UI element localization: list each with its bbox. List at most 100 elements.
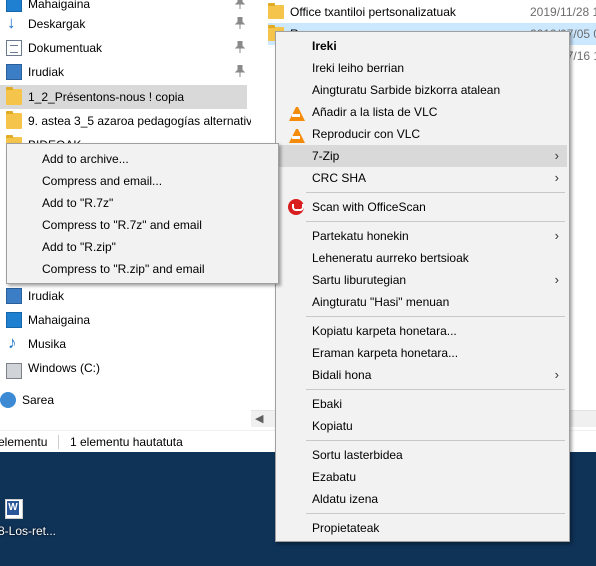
nav-item-network[interactable]: Sarea [0,388,245,412]
menu-item-label: 7-Zip [312,149,340,163]
menu-item-vlc-play[interactable]: Reproducir con VLC [278,123,567,145]
nav-item-folder-astea[interactable]: 9. astea 3_5 azaroa pedagogías alternati… [0,109,251,133]
menu-separator [306,513,565,514]
menu-item-copy[interactable]: Kopiatu [278,415,567,437]
menu-item-properties[interactable]: Propietateak [278,517,567,539]
submenu-item-add-to-archive[interactable]: Add to archive... [9,147,276,169]
menu-item-label: Ireki leiho berrian [312,61,405,75]
file-row[interactable]: Office txantiloi pertsonalizatuak 2019/1… [268,1,596,23]
menu-separator [306,389,565,390]
desktop-icon [6,312,22,328]
menu-item-share-with[interactable]: Partekatu honekin › [278,225,567,247]
pictures-icon [6,64,22,80]
nav-item-label: Deskargak [28,17,86,31]
nav-item-label: Irudiak [28,289,65,303]
selected-count: 1 elementu hautatuta [70,435,183,449]
menu-item-7zip[interactable]: 7-Zip › [278,145,567,167]
pin-icon[interactable] [234,40,246,53]
word-document-icon [5,499,23,519]
vlc-icon [289,127,305,143]
chevron-right-icon: › [554,228,559,243]
nav-item-music[interactable]: Musika [0,332,251,356]
submenu-item-compress-zip-email[interactable]: Compress to "R.zip" and email [9,257,276,279]
menu-item-label: Aingturatu "Hasi" menuan [312,295,450,309]
file-date: 2019/11/28 1 [530,5,596,19]
desktop-file-icon[interactable]: 8-Los-ret... [0,499,64,538]
menu-item-pin-start[interactable]: Aingturatu "Hasi" menuan [278,291,567,313]
folder-icon [268,3,284,19]
menu-separator [306,192,565,193]
item-count: elementu [0,435,48,449]
submenu-item-label: Compress to "R.zip" and email [42,262,205,276]
menu-item-label: Kopiatu karpeta honetara... [312,324,457,338]
menu-item-label: Ebaki [312,397,343,411]
7zip-submenu: Add to archive... Compress and email... … [6,143,279,284]
desktop-icon [6,0,22,12]
menu-item-pin-quick-access[interactable]: Aingturatu Sarbide bizkorra atalean [278,79,567,101]
nav-item-pictures-pinned[interactable]: Irudiak [0,60,251,84]
chevron-right-icon: › [554,148,559,163]
menu-item-include-library[interactable]: Sartu liburutegian › [278,269,567,291]
menu-item-create-shortcut[interactable]: Sortu lasterbidea [278,444,567,466]
status-divider [58,435,59,449]
chevron-right-icon: › [554,170,559,185]
menu-item-label: Aingturatu Sarbide bizkorra atalean [312,83,501,97]
menu-item-label: CRC SHA [312,171,367,185]
download-icon [6,13,22,33]
menu-separator [306,316,565,317]
submenu-item-label: Add to archive... [42,152,129,166]
music-icon [6,333,22,353]
nav-item-label: 1_2_Présentons-nous ! copia [28,90,185,104]
pin-icon[interactable] [234,16,246,29]
menu-item-copy-to-folder[interactable]: Kopiatu karpeta honetara... [278,320,567,342]
file-name: Office txantiloi pertsonalizatuak [290,5,456,19]
submenu-item-label: Add to "R.zip" [42,240,116,254]
folder-icon [6,111,22,129]
menu-item-label: Añadir a la lista de VLC [312,105,438,119]
submenu-item-label: Compress to "R.7z" and email [42,218,202,232]
menu-item-send-to[interactable]: Bidali hona › [278,364,567,386]
submenu-item-add-to-7z[interactable]: Add to "R.7z" [9,191,276,213]
desktop-icon-label: 8-Los-ret... [0,524,57,538]
menu-item-open-new-window[interactable]: Ireki leiho berrian [278,57,567,79]
nav-item-drive-c[interactable]: Windows (C:) [0,356,251,380]
scroll-left-icon[interactable]: ◀ [255,412,263,425]
menu-item-label: Bidali hona [312,368,372,382]
menu-item-open[interactable]: Ireki [278,35,567,57]
submenu-item-compress-7z-email[interactable]: Compress to "R.7z" and email [9,213,276,235]
pin-icon[interactable] [234,64,246,77]
submenu-item-label: Compress and email... [42,174,163,188]
menu-item-restore-versions[interactable]: Leheneratu aurreko bertsioak [278,247,567,269]
menu-item-cut[interactable]: Ebaki [278,393,567,415]
nav-item-desktop[interactable]: Mahaigaina [0,308,251,332]
menu-separator [306,221,565,222]
menu-item-label: Ireki [312,39,337,53]
document-icon [6,40,22,56]
menu-item-label: Propietateak [312,521,380,535]
nav-item-downloads[interactable]: Deskargak [0,12,251,36]
drive-icon [6,362,22,379]
menu-item-vlc-add-playlist[interactable]: Añadir a la lista de VLC [278,101,567,123]
context-menu: Ireki Ireki leiho berrian Aingturatu Sar… [275,31,570,542]
nav-item-label: Irudiak [28,65,65,79]
menu-item-rename[interactable]: Aldatu izena [278,488,567,510]
chevron-right-icon: › [554,367,559,382]
network-icon [0,392,16,408]
submenu-item-compress-email[interactable]: Compress and email... [9,169,276,191]
nav-item-pictures[interactable]: Irudiak [0,284,251,308]
vlc-icon [289,105,305,121]
nav-item-label: 9. astea 3_5 azaroa pedagogías alternati… [28,114,251,128]
pin-icon[interactable] [234,0,246,9]
menu-item-label: Eraman karpeta honetara... [312,346,459,360]
menu-item-move-to-folder[interactable]: Eraman karpeta honetara... [278,342,567,364]
submenu-item-add-to-zip[interactable]: Add to "R.zip" [9,235,276,257]
menu-item-label: Leheneratu aurreko bertsioak [312,251,469,265]
nav-item-folder-presentons[interactable]: 1_2_Présentons-nous ! copia [0,85,247,109]
menu-item-crc-sha[interactable]: CRC SHA › [278,167,567,189]
menu-item-label: Sortu lasterbidea [312,448,403,462]
nav-item-label: Mahaigaina [28,313,91,327]
menu-item-delete[interactable]: Ezabatu [278,466,567,488]
menu-item-officescan[interactable]: Scan with OfficeScan [278,196,567,218]
nav-item-documents[interactable]: Dokumentuak [0,36,251,60]
menu-item-label: Ezabatu [312,470,357,484]
